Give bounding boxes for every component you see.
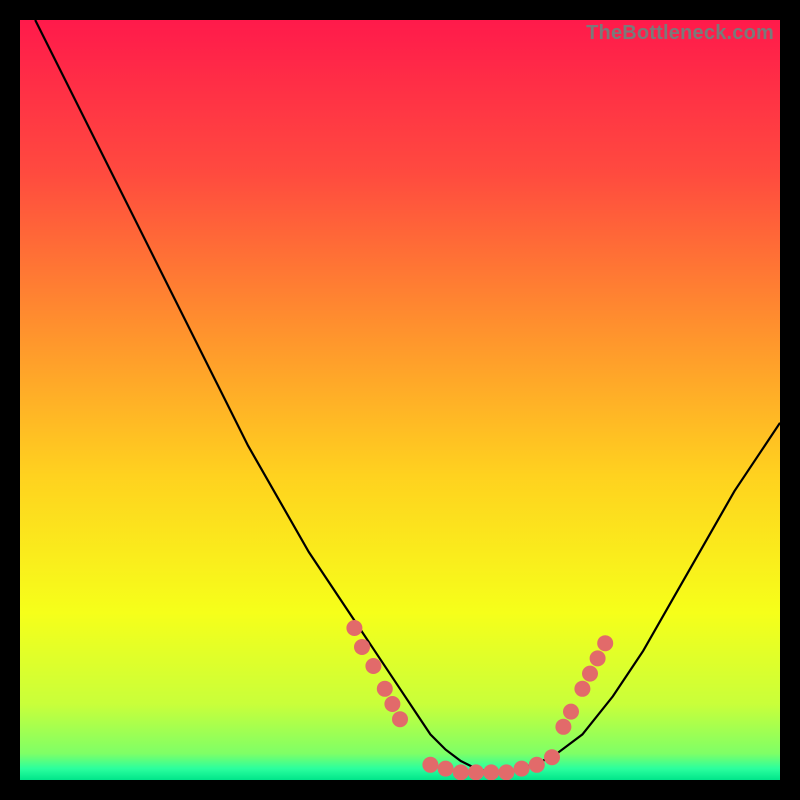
curve-marker — [468, 764, 484, 780]
curve-marker — [392, 711, 408, 727]
curve-marker — [384, 696, 400, 712]
curve-marker — [453, 764, 469, 780]
chart-svg — [20, 20, 780, 780]
curve-marker — [574, 681, 590, 697]
curve-marker — [555, 719, 571, 735]
gradient-background — [20, 20, 780, 780]
curve-marker — [377, 681, 393, 697]
curve-marker — [498, 764, 514, 780]
curve-marker — [529, 757, 545, 773]
curve-marker — [582, 666, 598, 682]
watermark-text: TheBottleneck.com — [586, 22, 774, 45]
curve-marker — [438, 761, 454, 777]
curve-marker — [422, 757, 438, 773]
curve-marker — [354, 639, 370, 655]
curve-marker — [365, 658, 381, 674]
curve-marker — [597, 635, 613, 651]
curve-marker — [544, 749, 560, 765]
chart-frame: TheBottleneck.com — [20, 20, 780, 780]
curve-marker — [563, 704, 579, 720]
curve-marker — [514, 761, 530, 777]
curve-marker — [590, 650, 606, 666]
curve-marker — [483, 764, 499, 780]
curve-marker — [346, 620, 362, 636]
